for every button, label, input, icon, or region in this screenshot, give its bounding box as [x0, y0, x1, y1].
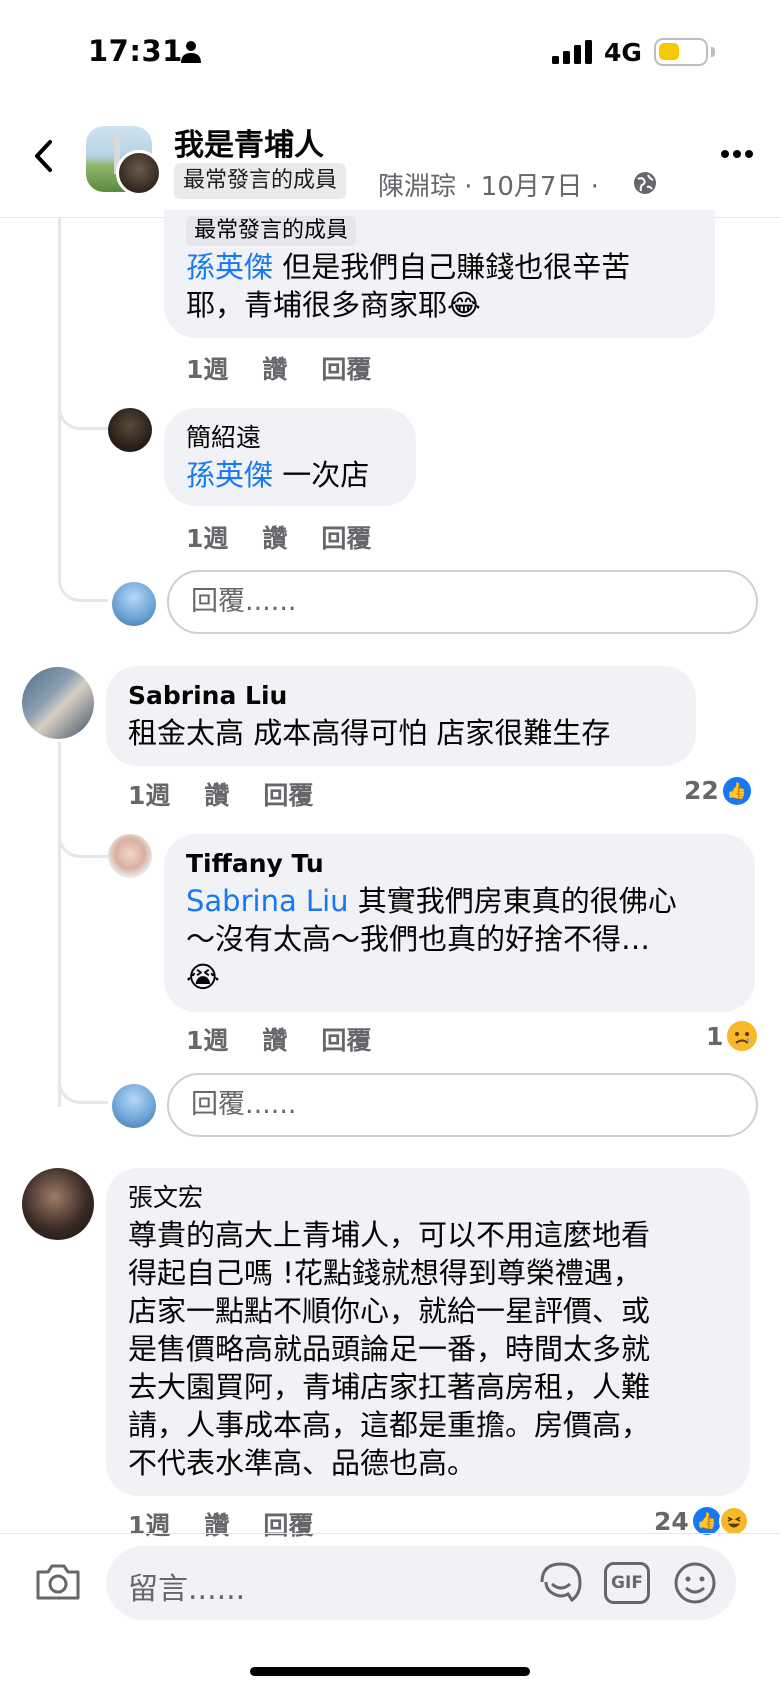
reply-button[interactable]: 回覆: [263, 1511, 313, 1540]
comment-bubble[interactable]: 簡紹遠 孫英傑 一次店: [164, 408, 416, 506]
comment-time: 1週: [186, 355, 229, 384]
post-author-avatar[interactable]: [116, 150, 162, 196]
comment-text: 租金太高 成本高得可怕 店家很難生存: [128, 716, 611, 750]
comment-text: 是售價略高就品頭論足一番，時間太多就: [128, 1332, 651, 1366]
reply-button[interactable]: 回覆: [263, 781, 313, 810]
comment-bubble[interactable]: Sabrina Liu 租金太高 成本高得可怕 店家很難生存: [106, 666, 696, 766]
like-reaction-icon: 👍: [692, 1507, 721, 1535]
reaction-count: 24: [654, 1506, 689, 1536]
sticker-icon[interactable]: [538, 1560, 584, 1606]
reaction-summary[interactable]: 1: [706, 1021, 758, 1051]
thread-connector: [58, 1062, 108, 1104]
thread-connector: [58, 816, 108, 858]
thread-line: [58, 742, 61, 1107]
reply-button[interactable]: 回覆: [321, 524, 371, 553]
my-avatar: [112, 582, 156, 626]
post-meta: 陳淵琮 · 10月7日 ·: [378, 172, 599, 202]
commenter-avatar[interactable]: [108, 834, 152, 878]
comment-bubble[interactable]: 最常發言的成員 孫英傑 但是我們自己賺錢也很辛苦 耶，青埔很多商家耶😂: [164, 210, 715, 338]
top-contributor-badge: 最常發言的成員: [186, 216, 357, 246]
comment-time: 1週: [186, 1026, 229, 1055]
comment-time: 1週: [128, 1511, 171, 1540]
comment-input[interactable]: 留言......: [128, 1564, 245, 1608]
comment-text: 去大園買阿，青埔店家扛著高房租，人難: [128, 1370, 651, 1404]
comment-text: 孫英傑 但是我們自己賺錢也很辛苦: [186, 250, 631, 284]
gif-label: GIF: [611, 1573, 643, 1593]
reply-input[interactable]: 回覆......: [167, 1073, 758, 1137]
comment-text: 😭: [186, 960, 220, 994]
thread-connector: [58, 388, 108, 430]
comment-actions: 1週 讚 回覆: [186, 519, 405, 555]
comment-actions: 1週 讚 回覆: [186, 350, 405, 386]
comment-bubble[interactable]: 張文宏 尊貴的高大上青埔人，可以不用這麼地看 得起自己嗎 !花點錢就想得到尊榮禮…: [106, 1168, 750, 1496]
commenter-avatar[interactable]: [108, 408, 152, 452]
like-button[interactable]: 讚: [204, 1511, 229, 1540]
more-options-icon[interactable]: [720, 146, 754, 162]
commenter-name[interactable]: Tiffany Tu: [186, 846, 733, 882]
haha-reaction-icon: [718, 1506, 749, 1536]
reaction-count: 1: [706, 1021, 724, 1051]
sad-reaction-icon: [727, 1021, 758, 1051]
my-avatar: [112, 1084, 156, 1128]
person-icon: [181, 41, 201, 63]
chevron-left-icon: [35, 140, 52, 172]
emoji-icon[interactable]: [672, 1560, 718, 1606]
top-contributor-badge: 最常發言的成員: [174, 163, 347, 199]
like-reaction-icon: 👍: [722, 776, 751, 805]
mention-link[interactable]: 孫英傑: [186, 250, 273, 284]
battery-cap: [711, 47, 715, 57]
commenter-avatar[interactable]: [22, 667, 94, 739]
comment-time: 1週: [128, 781, 171, 810]
commenter-avatar[interactable]: [22, 1168, 94, 1240]
reaction-summary[interactable]: 22 👍: [684, 776, 751, 805]
commenter-name[interactable]: 張文宏: [128, 1180, 728, 1216]
battery-icon: [654, 38, 708, 66]
comment-text: Sabrina Liu 其實我們房東真的很佛心: [186, 884, 677, 918]
reply-button[interactable]: 回覆: [321, 355, 371, 384]
signal-icon: [552, 40, 592, 64]
comment-actions: 1週 讚 回覆: [128, 776, 347, 812]
comment-bubble[interactable]: Tiffany Tu Sabrina Liu 其實我們房東真的很佛心 ～沒有太高…: [164, 834, 755, 1012]
group-name[interactable]: 我是青埔人: [174, 120, 324, 164]
comment-text: 不代表水準高、品德也高。: [128, 1446, 477, 1480]
network-label: 4G: [604, 38, 642, 67]
reply-input[interactable]: 回覆......: [167, 570, 758, 634]
like-button[interactable]: 讚: [262, 1026, 287, 1055]
back-button[interactable]: [28, 134, 58, 178]
comment-text: 店家一點點不順你心，就給一星評價、或: [128, 1294, 651, 1328]
globe-icon: [634, 172, 656, 194]
comment-composer[interactable]: 留言...... GIF: [106, 1546, 736, 1620]
reaction-summary[interactable]: 24 👍: [654, 1506, 749, 1536]
reaction-count: 22: [684, 776, 719, 805]
commenter-name[interactable]: 簡紹遠: [186, 420, 394, 456]
like-button[interactable]: 讚: [262, 524, 287, 553]
like-button[interactable]: 讚: [204, 781, 229, 810]
mention-link[interactable]: Sabrina Liu: [186, 884, 349, 918]
home-indicator: [250, 1667, 530, 1676]
camera-icon[interactable]: [34, 1562, 82, 1602]
battery-level: [659, 43, 679, 60]
mention-link[interactable]: 孫英傑: [186, 458, 273, 492]
comment-time: 1週: [186, 524, 229, 553]
comment-text: 孫英傑 一次店: [186, 458, 370, 492]
comment-text: 請，人事成本高，這都是重擔。房價高，: [128, 1408, 651, 1442]
reply-button[interactable]: 回覆: [321, 1026, 371, 1055]
thread-connector: [58, 560, 108, 602]
gif-button[interactable]: GIF: [604, 1562, 650, 1604]
comment-actions: 1週 讚 回覆: [128, 1506, 347, 1542]
like-button[interactable]: 讚: [262, 355, 287, 384]
comment-actions: 1週 讚 回覆: [186, 1021, 405, 1057]
composer-divider: [0, 1533, 780, 1534]
commenter-name[interactable]: Sabrina Liu: [128, 678, 674, 714]
comment-text: 尊貴的高大上青埔人，可以不用這麼地看: [128, 1218, 651, 1252]
status-time: 17:31: [88, 34, 183, 68]
comment-text: 得起自己嗎 !花點錢就想得到尊榮禮遇，: [128, 1256, 642, 1290]
comment-text: ～沒有太高～我們也真的好捨不得…: [186, 922, 651, 956]
comment-text: 耶，青埔很多商家耶😂: [186, 288, 481, 322]
